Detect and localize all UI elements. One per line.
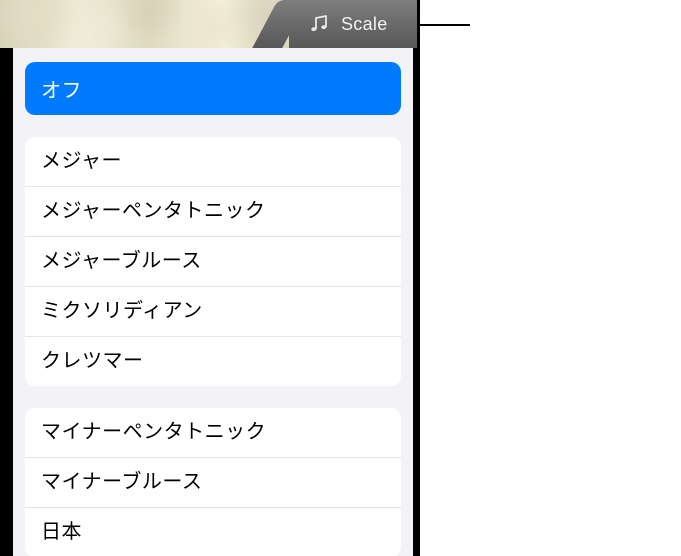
scale-option-label: メジャーブルース xyxy=(41,250,202,272)
scale-option-label: クレツマー xyxy=(41,350,144,372)
scale-option-off[interactable]: オフ xyxy=(25,62,401,115)
scale-option[interactable]: マイナーペンタトニック xyxy=(25,408,401,458)
callout-line xyxy=(420,24,470,26)
scale-option-label: ミクソリディアン xyxy=(41,300,203,322)
scale-option[interactable]: メジャーペンタトニック xyxy=(25,187,401,237)
scale-option[interactable]: マイナーブルース xyxy=(25,458,401,508)
scale-option-label: 日本 xyxy=(41,521,82,543)
scale-option[interactable]: メジャー xyxy=(25,137,401,187)
scale-group-minor: マイナーペンタトニック マイナーブルース 日本 xyxy=(25,408,401,556)
device-frame: Scale オフ メジャー メジャーペンタトニック メジャーブルース ミクソリデ… xyxy=(0,0,420,556)
scale-option-label: マイナーブルース xyxy=(41,471,202,493)
scale-option[interactable]: ミクソリディアン xyxy=(25,287,401,337)
header-bar: Scale xyxy=(0,0,420,48)
scale-option-label: メジャー xyxy=(41,150,122,172)
scale-option[interactable]: クレツマー xyxy=(25,337,401,386)
scale-menu: オフ メジャー メジャーペンタトニック メジャーブルース ミクソリディアン クレ… xyxy=(13,48,413,556)
scale-label: Scale xyxy=(341,14,388,35)
scale-option-label: メジャーペンタトニック xyxy=(41,200,266,222)
notes-icon xyxy=(307,12,331,36)
scale-option-label: マイナーペンタトニック xyxy=(41,421,266,443)
scale-button[interactable]: Scale xyxy=(289,0,417,48)
scale-option-label: オフ xyxy=(41,80,82,102)
scale-group-major: メジャー メジャーペンタトニック メジャーブルース ミクソリディアン クレツマー xyxy=(25,137,401,386)
scale-option[interactable]: メジャーブルース xyxy=(25,237,401,287)
scale-option[interactable]: 日本 xyxy=(25,508,401,556)
